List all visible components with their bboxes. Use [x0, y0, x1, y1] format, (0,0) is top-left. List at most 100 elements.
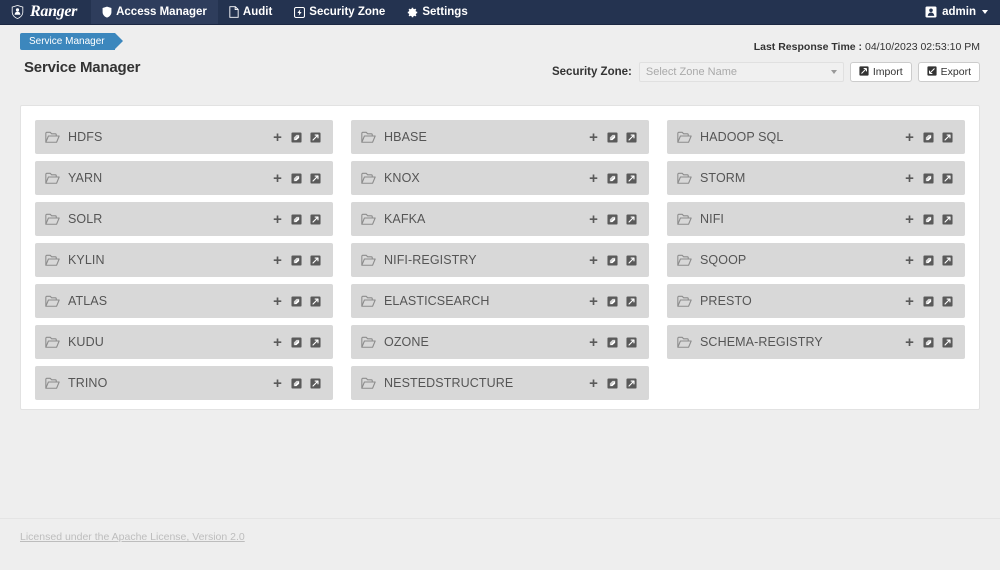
- edit-service-button[interactable]: [291, 172, 302, 184]
- view-service-button[interactable]: [626, 131, 637, 143]
- view-service-button[interactable]: [942, 131, 953, 143]
- service-card[interactable]: TRINO +: [35, 366, 333, 400]
- view-service-button[interactable]: [942, 254, 953, 266]
- service-card[interactable]: ELASTICSEARCH +: [351, 284, 649, 318]
- export-button[interactable]: Export: [917, 62, 980, 82]
- license-link[interactable]: Licensed under the Apache License, Versi…: [20, 531, 245, 543]
- add-service-button[interactable]: +: [588, 171, 599, 186]
- add-service-button[interactable]: +: [272, 212, 283, 227]
- security-zone-select[interactable]: Select Zone Name: [638, 62, 844, 82]
- edit-service-button[interactable]: [923, 295, 934, 307]
- breadcrumb-item-service-manager[interactable]: Service Manager: [20, 33, 123, 50]
- add-service-button[interactable]: +: [588, 376, 599, 391]
- edit-service-button[interactable]: [923, 254, 934, 266]
- service-card[interactable]: YARN +: [35, 161, 333, 195]
- folder-open-icon: [677, 213, 692, 226]
- service-card[interactable]: SQOOP +: [667, 243, 965, 277]
- service-card[interactable]: KYLIN +: [35, 243, 333, 277]
- edit-service-button[interactable]: [291, 295, 302, 307]
- add-service-button[interactable]: +: [904, 212, 915, 227]
- view-service-button[interactable]: [942, 336, 953, 348]
- view-service-button[interactable]: [310, 254, 321, 266]
- service-card[interactable]: HADOOP SQL +: [667, 120, 965, 154]
- nav-item-security-zone[interactable]: Security Zone: [283, 0, 396, 24]
- brand-logo-link[interactable]: Ranger: [0, 0, 92, 24]
- add-service-button[interactable]: +: [272, 376, 283, 391]
- view-service-button[interactable]: [626, 172, 637, 184]
- add-service-button[interactable]: +: [588, 130, 599, 145]
- edit-service-button[interactable]: [607, 295, 618, 307]
- export-button-label: Export: [940, 66, 971, 78]
- view-service-button[interactable]: [310, 295, 321, 307]
- view-service-button[interactable]: [626, 254, 637, 266]
- service-card[interactable]: STORM +: [667, 161, 965, 195]
- view-service-button[interactable]: [942, 213, 953, 225]
- add-service-button[interactable]: +: [588, 212, 599, 227]
- service-card-actions: +: [588, 253, 637, 268]
- edit-service-button[interactable]: [607, 172, 618, 184]
- service-card-actions: +: [272, 294, 321, 309]
- view-service-button[interactable]: [310, 336, 321, 348]
- edit-service-button[interactable]: [291, 377, 302, 389]
- edit-service-button[interactable]: [607, 213, 618, 225]
- import-button[interactable]: Import: [849, 62, 912, 82]
- service-card[interactable]: SOLR +: [35, 202, 333, 236]
- service-card[interactable]: NESTEDSTRUCTURE +: [351, 366, 649, 400]
- folder-open-icon: [677, 295, 692, 308]
- service-card[interactable]: NIFI +: [667, 202, 965, 236]
- nav-item-audit[interactable]: Audit: [218, 0, 283, 24]
- service-card-actions: +: [588, 130, 637, 145]
- add-service-button[interactable]: +: [904, 335, 915, 350]
- nav-item-settings[interactable]: Settings: [396, 0, 478, 24]
- folder-open-icon: [361, 377, 376, 390]
- edit-service-button[interactable]: [607, 131, 618, 143]
- service-card[interactable]: KNOX +: [351, 161, 649, 195]
- nav-item-label: Security Zone: [309, 6, 386, 18]
- view-service-button[interactable]: [626, 213, 637, 225]
- service-card[interactable]: ATLAS +: [35, 284, 333, 318]
- add-service-button[interactable]: +: [588, 335, 599, 350]
- add-service-button[interactable]: +: [272, 294, 283, 309]
- edit-service-button[interactable]: [291, 336, 302, 348]
- view-service-button[interactable]: [626, 295, 637, 307]
- add-service-button[interactable]: +: [588, 294, 599, 309]
- add-service-button[interactable]: +: [272, 253, 283, 268]
- view-service-button[interactable]: [310, 131, 321, 143]
- view-service-button[interactable]: [626, 336, 637, 348]
- add-service-button[interactable]: +: [272, 130, 283, 145]
- edit-service-button[interactable]: [607, 254, 618, 266]
- edit-service-button[interactable]: [291, 254, 302, 266]
- nav-item-access-manager[interactable]: Access Manager: [91, 0, 218, 24]
- folder-open-icon: [361, 172, 376, 185]
- service-card[interactable]: KAFKA +: [351, 202, 649, 236]
- service-card[interactable]: OZONE +: [351, 325, 649, 359]
- edit-service-button[interactable]: [923, 172, 934, 184]
- add-service-button[interactable]: +: [904, 171, 915, 186]
- edit-service-button[interactable]: [923, 336, 934, 348]
- view-service-button[interactable]: [310, 213, 321, 225]
- edit-service-button[interactable]: [923, 213, 934, 225]
- add-service-button[interactable]: +: [904, 253, 915, 268]
- add-service-button[interactable]: +: [904, 130, 915, 145]
- edit-service-button[interactable]: [607, 377, 618, 389]
- service-card[interactable]: KUDU +: [35, 325, 333, 359]
- service-card[interactable]: PRESTO +: [667, 284, 965, 318]
- add-service-button[interactable]: +: [272, 171, 283, 186]
- edit-service-button[interactable]: [607, 336, 618, 348]
- edit-service-button[interactable]: [923, 131, 934, 143]
- service-card[interactable]: NIFI-REGISTRY +: [351, 243, 649, 277]
- service-card[interactable]: HBASE +: [351, 120, 649, 154]
- edit-service-button[interactable]: [291, 131, 302, 143]
- view-service-button[interactable]: [310, 172, 321, 184]
- service-card[interactable]: HDFS +: [35, 120, 333, 154]
- user-menu[interactable]: admin: [913, 0, 1000, 24]
- service-card[interactable]: SCHEMA-REGISTRY +: [667, 325, 965, 359]
- add-service-button[interactable]: +: [588, 253, 599, 268]
- add-service-button[interactable]: +: [904, 294, 915, 309]
- view-service-button[interactable]: [942, 295, 953, 307]
- edit-service-button[interactable]: [291, 213, 302, 225]
- view-service-button[interactable]: [942, 172, 953, 184]
- view-service-button[interactable]: [626, 377, 637, 389]
- view-service-button[interactable]: [310, 377, 321, 389]
- add-service-button[interactable]: +: [272, 335, 283, 350]
